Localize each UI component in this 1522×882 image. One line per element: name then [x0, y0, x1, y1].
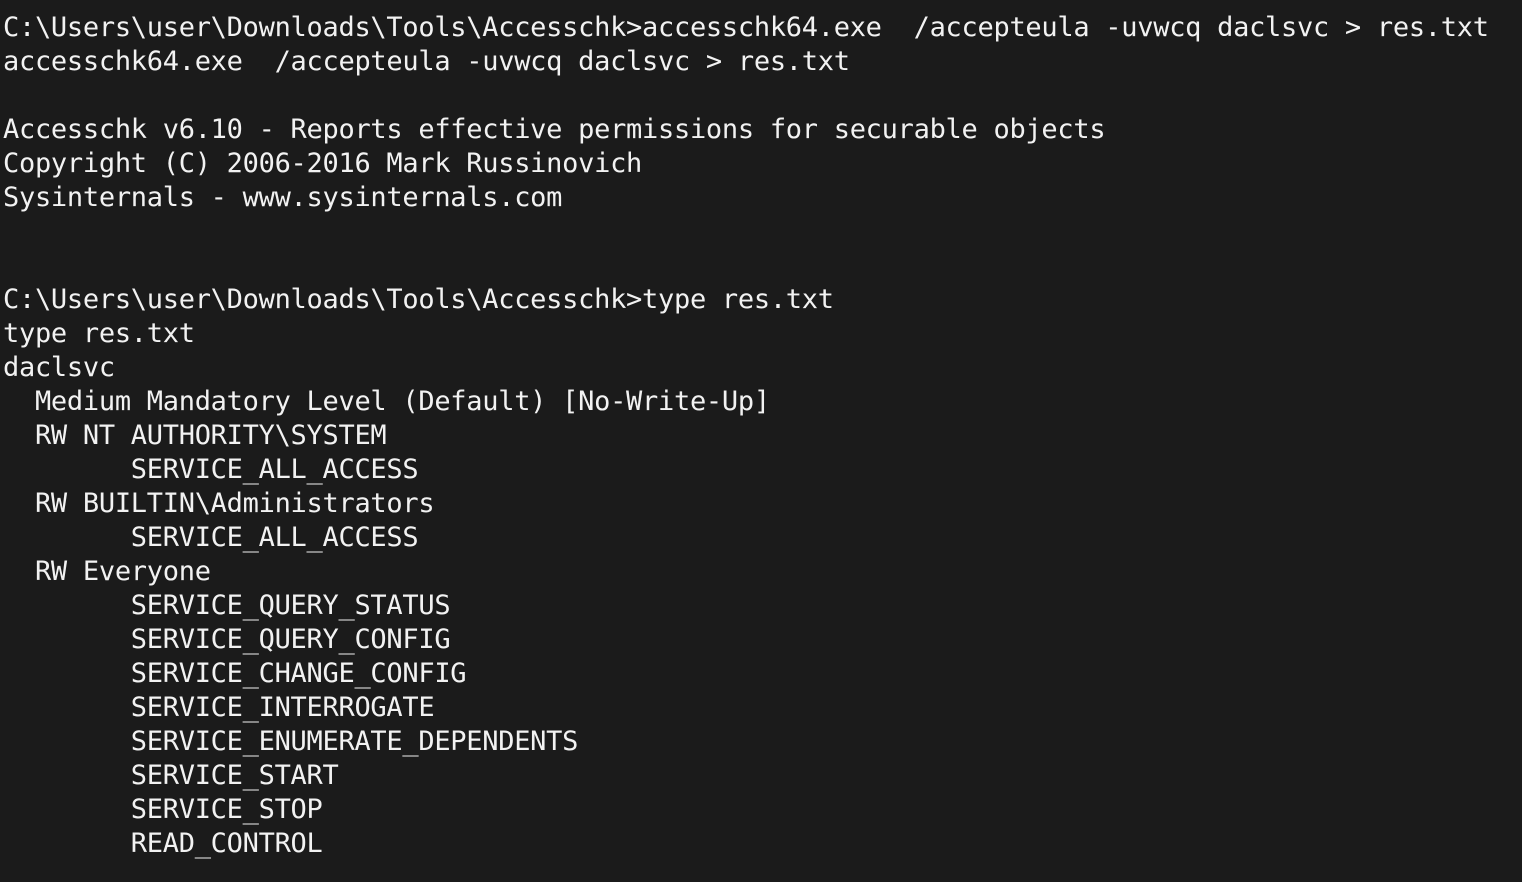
terminal-window[interactable]: C:\Users\user\Downloads\Tools\Accesschk>…	[0, 0, 1522, 882]
output-principal-line: RW NT AUTHORITY\SYSTEM	[3, 420, 387, 451]
output-permission-line: SERVICE_STOP	[3, 794, 323, 825]
echoed-command-line: accesschk64.exe /accepteula -uvwcq dacls…	[3, 46, 850, 77]
output-integrity-level: Medium Mandatory Level (Default) [No-Wri…	[3, 386, 770, 417]
output-permission-line: SERVICE_ENUMERATE_DEPENDENTS	[3, 726, 579, 757]
output-permission-line: SERVICE_CHANGE_CONFIG	[3, 658, 467, 689]
output-permission-line: SERVICE_START	[3, 760, 339, 791]
tool-banner-line: Accesschk v6.10 - Reports effective perm…	[3, 114, 1106, 145]
output-permission-line: SERVICE_ALL_ACCESS	[3, 454, 419, 485]
prompt-line-accesschk-command: C:\Users\user\Downloads\Tools\Accesschk>…	[3, 12, 1489, 43]
copyright-line: Copyright (C) 2006-2016 Mark Russinovich	[3, 148, 643, 179]
output-permission-line: SERVICE_ALL_ACCESS	[3, 522, 419, 553]
sysinternals-line: Sysinternals - www.sysinternals.com	[3, 182, 563, 213]
output-permission-line: SERVICE_QUERY_STATUS	[3, 590, 451, 621]
output-principal-line: RW BUILTIN\Administrators	[3, 488, 435, 519]
output-principal-line: RW Everyone	[3, 556, 211, 587]
output-service-name: daclsvc	[3, 352, 115, 383]
output-permission-line: READ_CONTROL	[3, 828, 323, 859]
output-permission-line: SERVICE_QUERY_CONFIG	[3, 624, 451, 655]
output-permission-line: SERVICE_INTERROGATE	[3, 692, 435, 723]
prompt-line-type-command: C:\Users\user\Downloads\Tools\Accesschk>…	[3, 284, 834, 315]
echoed-command-line: type res.txt	[3, 318, 195, 349]
